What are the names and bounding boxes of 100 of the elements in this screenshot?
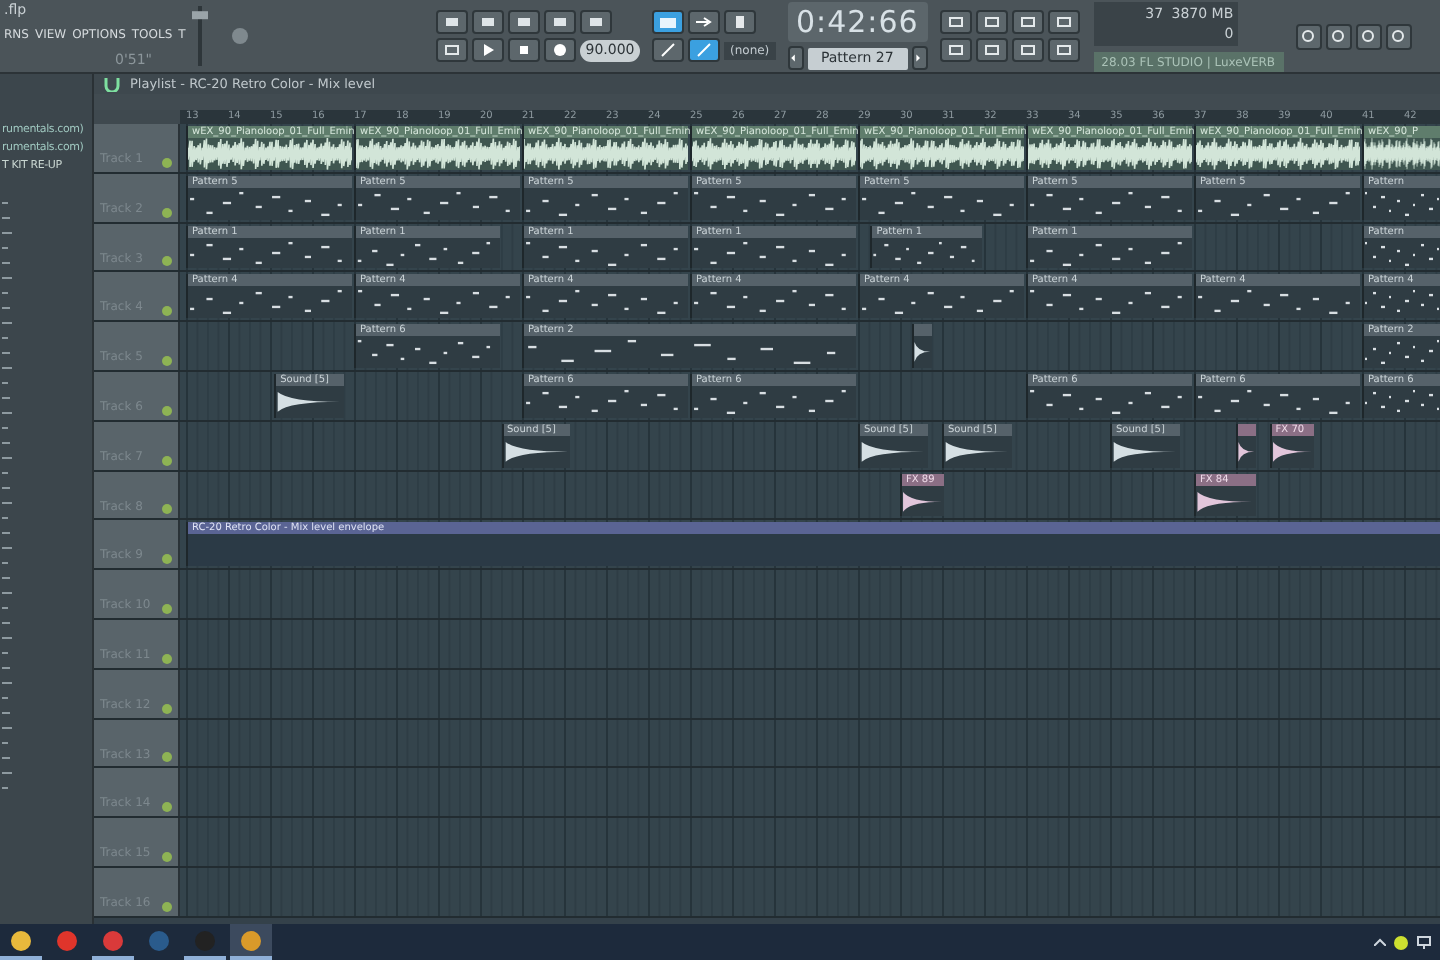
note-pattern-icon — [526, 191, 678, 216]
track-enable-light[interactable] — [162, 405, 172, 416]
song-position-display: 0:42:66 — [787, 2, 928, 42]
note-pattern-icon — [358, 290, 510, 315]
window-shortcut-button[interactable] — [1011, 38, 1044, 62]
note-pattern-icon — [1198, 290, 1350, 315]
decay-waveform-icon — [915, 342, 931, 363]
pattern-song-toggle[interactable] — [436, 38, 468, 62]
waveform-icon — [188, 138, 352, 170]
note-pattern-icon — [694, 191, 846, 216]
track-enable-light[interactable] — [162, 504, 172, 515]
note-pattern-icon — [1198, 389, 1350, 414]
note-pattern-icon — [358, 191, 510, 214]
track-enable-light[interactable] — [162, 207, 172, 218]
chevron-up-icon[interactable] — [1374, 938, 1386, 946]
waveform-icon — [1196, 138, 1360, 170]
caret-icon — [913, 50, 926, 66]
utility-button[interactable] — [1385, 23, 1412, 49]
master-volume-slider[interactable] — [192, 6, 208, 66]
step-edit-button[interactable] — [688, 10, 720, 34]
bars-icon — [945, 14, 966, 30]
bars-icon — [981, 42, 1002, 58]
window-shortcut-button[interactable] — [939, 10, 972, 34]
stop-button[interactable] — [508, 38, 540, 62]
track-enable-light[interactable] — [162, 306, 172, 317]
track-enable-light[interactable] — [162, 554, 172, 565]
typing-keyboard-button[interactable] — [652, 10, 684, 34]
waveform-icon — [356, 138, 520, 170]
track-enable-light[interactable] — [162, 355, 172, 366]
note-pattern-icon — [862, 191, 1014, 216]
window-shortcut-button[interactable] — [1011, 10, 1044, 34]
waveform-icon — [1364, 138, 1440, 170]
play-button[interactable] — [472, 38, 504, 62]
note-pattern-icon — [694, 290, 846, 313]
window-shortcut-button[interactable] — [1047, 38, 1080, 62]
taskbar-app-button[interactable] — [230, 924, 272, 960]
waveform-icon — [1028, 138, 1192, 170]
stamp-button[interactable] — [724, 10, 756, 34]
waveform-icon — [524, 138, 688, 170]
waveform-icon — [860, 138, 1024, 170]
note-pattern-icon — [190, 241, 342, 264]
note-pattern-icon — [357, 340, 491, 365]
note-pattern-icon — [526, 290, 678, 315]
note-pattern-icon — [1030, 241, 1182, 266]
note-pattern-icon — [190, 290, 342, 315]
track-enable-light[interactable] — [162, 851, 172, 862]
track-enable-light[interactable] — [162, 901, 172, 912]
window-shortcut-button[interactable] — [939, 38, 972, 62]
pencil-icon — [694, 42, 714, 58]
note-pattern-icon — [694, 241, 846, 266]
sound-clip[interactable] — [912, 324, 932, 368]
stop-icon — [514, 42, 534, 58]
decay-waveform-icon — [1238, 441, 1255, 462]
play-icon — [478, 42, 498, 58]
note-pattern-icon — [357, 241, 491, 266]
tray-circle-icon[interactable] — [1394, 935, 1408, 949]
next-pattern-button[interactable] — [911, 46, 928, 70]
track-enable-light[interactable] — [162, 455, 172, 466]
bars-icon — [945, 42, 966, 58]
note-pattern-icon — [528, 340, 836, 365]
utility-button[interactable] — [1355, 23, 1382, 49]
track-enable-light[interactable] — [162, 603, 172, 614]
track-enable-light[interactable] — [162, 802, 172, 813]
bars-icon — [981, 14, 1002, 30]
window-shortcut-button[interactable] — [975, 38, 1008, 62]
window-shortcut-button[interactable] — [975, 10, 1008, 34]
bars-icon — [1053, 14, 1074, 30]
note-pattern-icon — [1198, 191, 1350, 216]
previous-pattern-button[interactable] — [787, 46, 804, 70]
note-pattern-icon — [526, 389, 678, 413]
record-button[interactable] — [544, 38, 576, 62]
note-pattern-icon — [1365, 290, 1439, 313]
magnet-icon — [102, 76, 122, 92]
arrow-icon — [694, 14, 714, 30]
note-pattern-icon — [1030, 389, 1182, 414]
utility-button[interactable] — [1325, 23, 1352, 49]
network-icon[interactable] — [1416, 935, 1432, 949]
note-pattern-icon — [1030, 290, 1182, 315]
track-enable-light[interactable] — [162, 703, 172, 714]
track-enable-light[interactable] — [162, 752, 172, 763]
note-pattern-icon — [190, 191, 342, 216]
draw-button[interactable] — [688, 38, 720, 62]
waveform-icon — [692, 138, 856, 170]
note-pattern-icon — [1365, 340, 1439, 365]
stamp-icon — [730, 14, 750, 30]
note-pattern-icon — [694, 389, 846, 414]
window-shortcut-button[interactable] — [1047, 10, 1080, 34]
bars-icon — [1017, 14, 1038, 30]
note-pattern-icon — [1365, 389, 1439, 413]
scroll-button[interactable] — [652, 38, 684, 62]
track-enable-light[interactable] — [162, 256, 172, 267]
note-pattern-icon — [873, 241, 976, 264]
utility-button[interactable] — [1295, 23, 1322, 49]
note-pattern-icon — [862, 290, 1014, 315]
track-enable-light[interactable] — [162, 157, 172, 168]
bars-icon — [1017, 42, 1038, 58]
record-icon — [550, 42, 570, 58]
fx-clip[interactable] — [1236, 423, 1255, 468]
track-enable-light[interactable] — [162, 653, 172, 664]
bars-icon — [1053, 42, 1074, 58]
